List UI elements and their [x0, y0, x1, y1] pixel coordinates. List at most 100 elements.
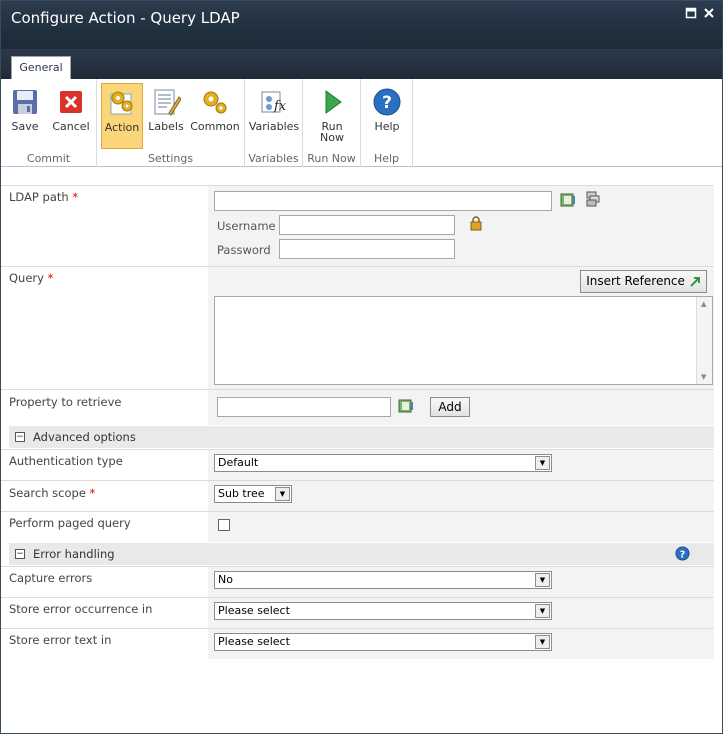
- labels-label: Labels: [148, 120, 184, 133]
- advanced-options-header[interactable]: − Advanced options: [9, 426, 714, 448]
- ribbon-group-run-now: Run Now Run Now: [303, 79, 361, 167]
- property-label: Property to retrieve: [9, 395, 122, 409]
- common-button[interactable]: Common: [189, 83, 241, 149]
- labels-icon: [154, 89, 181, 116]
- group-label-commit: Commit: [26, 152, 71, 165]
- run-now-button[interactable]: Run Now: [308, 83, 356, 149]
- scope-select[interactable]: Sub tree ▼: [214, 485, 292, 503]
- ldap-path-input[interactable]: [214, 191, 552, 211]
- title-bar: Configure Action - Query LDAP: [1, 1, 722, 49]
- chevron-down-icon[interactable]: ▼: [535, 573, 550, 587]
- action-label: Action: [104, 121, 140, 134]
- auth-row: Authentication type Default ▼: [1, 449, 714, 480]
- scope-row: Search scope * Sub tree ▼: [1, 480, 714, 511]
- error-handling-label: Error handling: [33, 547, 115, 561]
- password-label: Password: [217, 243, 271, 257]
- insert-reference-button[interactable]: Insert Reference: [580, 270, 707, 293]
- group-label-settings: Settings: [147, 152, 194, 165]
- address-book-icon[interactable]: [398, 398, 414, 414]
- save-label: Save: [11, 120, 39, 133]
- username-input[interactable]: [279, 215, 455, 235]
- group-label-variables: Variables: [248, 152, 299, 165]
- required-marker: *: [47, 271, 54, 285]
- required-marker: *: [72, 190, 79, 204]
- help-label: Help: [374, 120, 400, 133]
- ribbon-group-settings: Action Labels Common Settings: [97, 79, 245, 167]
- auth-label: Authentication type: [9, 454, 123, 468]
- chevron-down-icon[interactable]: ▼: [535, 604, 550, 618]
- chevron-down-icon[interactable]: ▼: [535, 456, 550, 470]
- ribbon-tab-band: [1, 49, 722, 79]
- error-handling-header[interactable]: − Error handling ?: [9, 543, 714, 565]
- group-label-run-now: Run Now: [307, 152, 356, 165]
- collapse-icon[interactable]: −: [15, 549, 25, 559]
- property-row: Property to retrieve Add: [1, 389, 714, 425]
- advanced-options-label: Advanced options: [33, 430, 136, 444]
- action-icon: [110, 91, 133, 115]
- tab-general[interactable]: General: [11, 56, 71, 79]
- errortext-select[interactable]: Please select ▼: [214, 633, 552, 651]
- scope-value: Sub tree: [218, 487, 265, 500]
- save-icon: [13, 90, 37, 114]
- group-label-help: Help: [373, 152, 400, 165]
- property-input[interactable]: [217, 397, 391, 417]
- query-scrollbar[interactable]: ▲ ▼: [696, 297, 712, 384]
- svg-text:fx: fx: [273, 99, 287, 114]
- variables-button[interactable]: fx Variables: [248, 83, 300, 149]
- help-circle-icon[interactable]: ?: [675, 546, 690, 561]
- errortext-value: Please select: [218, 635, 290, 648]
- capture-select[interactable]: No ▼: [214, 571, 552, 589]
- occurrence-value: Please select: [218, 604, 290, 617]
- capture-label: Capture errors: [9, 571, 93, 585]
- maximize-icon[interactable]: [684, 7, 698, 21]
- labels-button[interactable]: Labels: [146, 83, 186, 149]
- required-marker: *: [89, 486, 96, 500]
- ribbon-group-variables: fx Variables Variables: [245, 79, 303, 167]
- common-icon: [203, 91, 227, 114]
- paged-checkbox[interactable]: [218, 519, 230, 531]
- run-now-label-line2: Now: [320, 131, 344, 144]
- collapse-icon[interactable]: −: [15, 432, 25, 442]
- query-textarea[interactable]: ▲ ▼: [214, 296, 713, 385]
- username-label: Username: [217, 219, 276, 233]
- insert-reference-label: Insert Reference: [586, 274, 685, 288]
- dialog-window: Configure Action - Query LDAP General Sa…: [0, 0, 723, 734]
- password-input[interactable]: [279, 239, 455, 259]
- help-button[interactable]: ? Help: [366, 83, 408, 149]
- common-label: Common: [190, 120, 240, 133]
- ldap-browse-icon[interactable]: [585, 191, 601, 207]
- add-button[interactable]: Add: [430, 397, 470, 417]
- svg-text:?: ?: [680, 549, 685, 560]
- occurrence-select[interactable]: Please select ▼: [214, 602, 552, 620]
- run-now-icon: [325, 90, 342, 114]
- ribbon-group-help: ? Help Help: [361, 79, 413, 167]
- save-button[interactable]: Save: [5, 83, 45, 149]
- scope-label: Search scope: [9, 486, 86, 500]
- chevron-down-icon[interactable]: ▼: [275, 487, 290, 501]
- variables-icon: fx: [261, 91, 287, 114]
- help-icon: ?: [373, 88, 401, 116]
- chevron-down-icon[interactable]: ▼: [535, 635, 550, 649]
- occurrence-row: Store error occurrence in Please select ▼: [1, 597, 714, 628]
- variables-label: Variables: [248, 120, 300, 133]
- close-icon[interactable]: [702, 7, 716, 21]
- query-row: Query * Insert Reference ▲ ▼: [1, 266, 714, 389]
- action-button[interactable]: Action: [101, 83, 143, 149]
- ribbon-group-commit: Save Cancel Commit: [1, 79, 97, 167]
- insert-reference-icon: [690, 276, 700, 287]
- scroll-down-icon[interactable]: ▼: [701, 373, 706, 381]
- svg-text:?: ?: [382, 93, 392, 113]
- occurrence-label: Store error occurrence in: [9, 602, 153, 616]
- ribbon: Save Cancel Commit Action Labels Common …: [1, 79, 722, 167]
- auth-value: Default: [218, 456, 259, 469]
- ldap-path-label: LDAP path: [9, 190, 69, 204]
- cancel-button[interactable]: Cancel: [49, 83, 93, 149]
- paged-label: Perform paged query: [9, 516, 131, 530]
- capture-value: No: [218, 573, 233, 586]
- auth-select[interactable]: Default ▼: [214, 454, 552, 472]
- ldap-path-row: LDAP path * Username Password: [1, 185, 714, 266]
- lock-icon: [470, 216, 482, 231]
- scroll-up-icon[interactable]: ▲: [701, 300, 706, 308]
- address-book-icon[interactable]: [560, 192, 576, 208]
- paged-row: Perform paged query: [1, 511, 714, 542]
